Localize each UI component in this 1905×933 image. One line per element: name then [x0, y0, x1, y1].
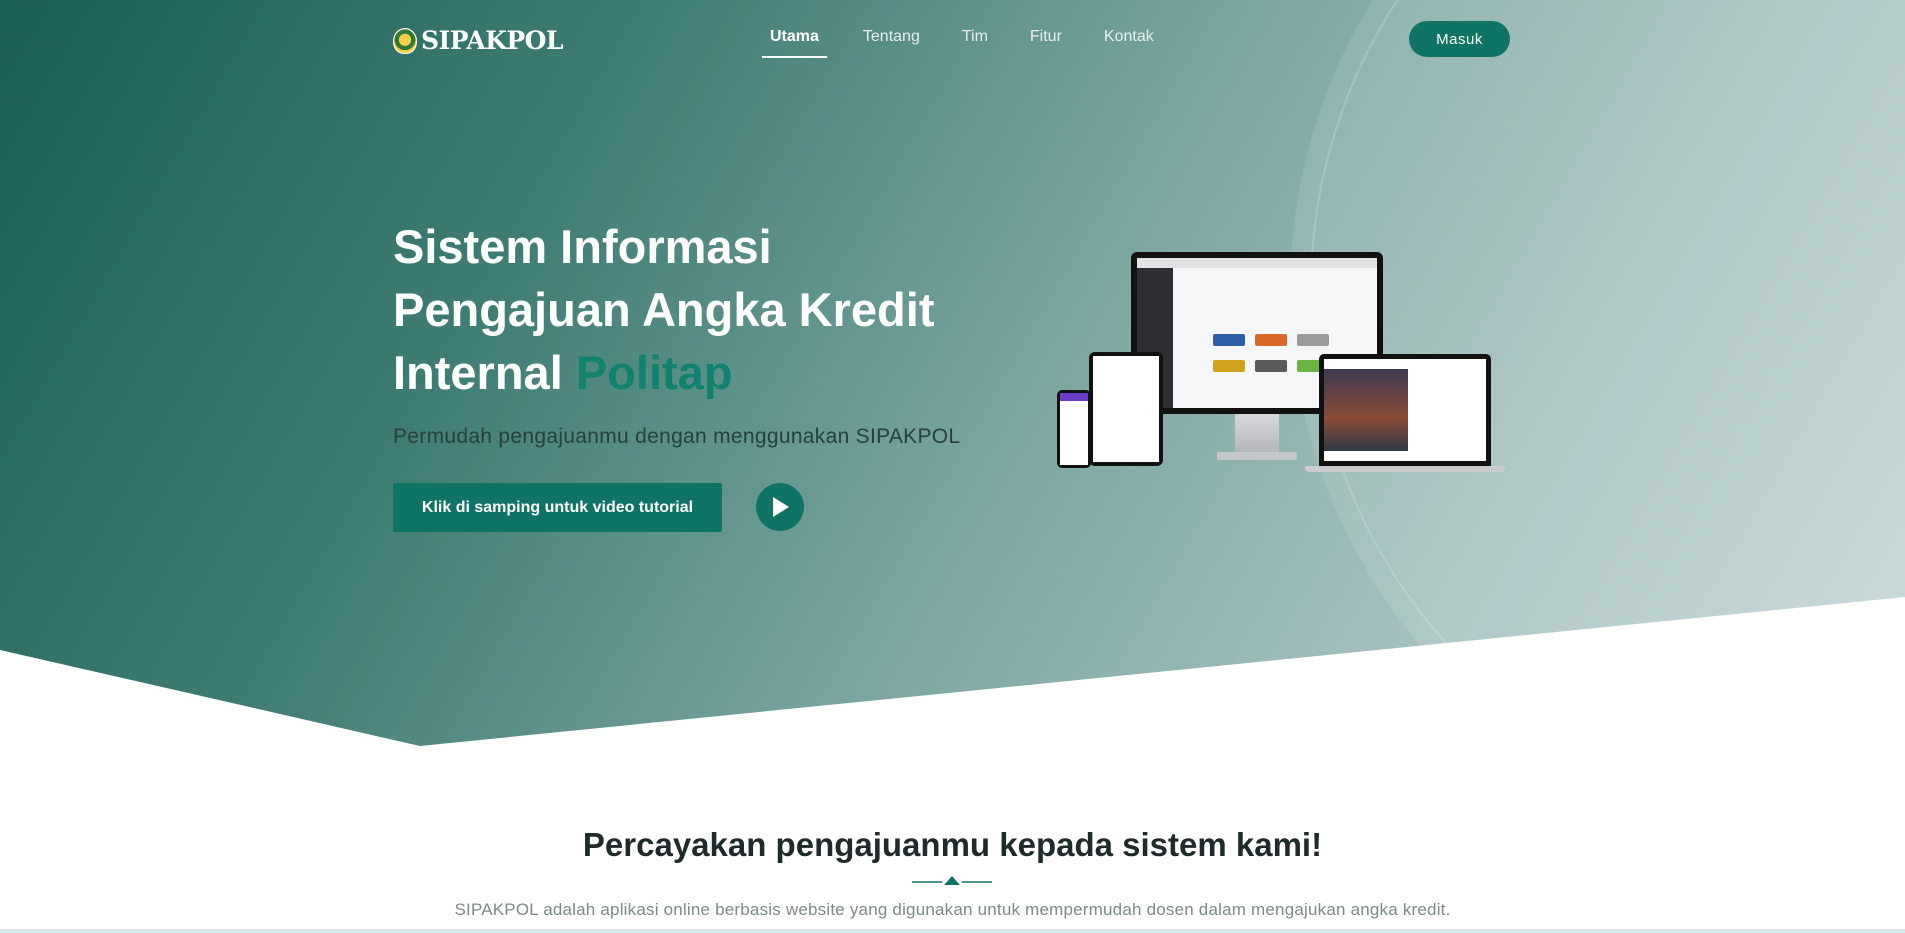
- video-tutorial-button[interactable]: Klik di samping untuk video tutorial: [393, 483, 722, 532]
- section-divider-icon: [912, 876, 992, 885]
- page-bottom-border: [0, 929, 1905, 933]
- about-section-title: Percayakan pengajuanmu kepada sistem kam…: [582, 826, 1323, 863]
- hero-title-accent: Politap: [575, 346, 733, 399]
- hero-title-line-3-prefix: Internal: [393, 346, 563, 399]
- hero-headline: Sistem Informasi Pengajuan Angka Kredit …: [393, 215, 1013, 404]
- tablet-mockup: [1089, 352, 1163, 466]
- main-menu: Utama Tentang Tim Fitur Kontak: [762, 28, 1196, 58]
- hero-subtitle: Permudah pengajuanmu dengan menggunakan …: [393, 425, 961, 448]
- device-mockup-illustration: [1055, 250, 1515, 480]
- nav-link-utama[interactable]: Utama: [762, 28, 827, 58]
- hero-title-line-1: Sistem Informasi: [393, 220, 772, 273]
- phone-mockup: [1057, 390, 1091, 468]
- nav-link-kontak[interactable]: Kontak: [1104, 28, 1154, 58]
- monitor-base: [1217, 452, 1297, 460]
- nav-link-tentang[interactable]: Tentang: [863, 28, 920, 58]
- hero-title-line-2: Pengajuan Angka Kredit: [393, 283, 935, 336]
- login-button[interactable]: Masuk: [1409, 21, 1510, 57]
- brand-name: SIPAKPOL: [421, 26, 564, 55]
- top-navbar: SIPAKPOL Utama Tentang Tim Fitur Kontak …: [0, 0, 1905, 80]
- monitor-stand: [1235, 414, 1279, 454]
- play-video-button[interactable]: [756, 483, 804, 531]
- nav-link-tim[interactable]: Tim: [962, 28, 988, 58]
- nav-link-fitur[interactable]: Fitur: [1030, 28, 1062, 58]
- polytechnic-emblem-icon: [393, 27, 417, 54]
- play-icon: [773, 497, 789, 517]
- laptop-base: [1305, 466, 1505, 472]
- brand-logo[interactable]: SIPAKPOL: [393, 26, 564, 55]
- laptop-mockup: [1319, 354, 1491, 466]
- about-section-description: SIPAKPOL adalah aplikasi online berbasis…: [454, 900, 1451, 919]
